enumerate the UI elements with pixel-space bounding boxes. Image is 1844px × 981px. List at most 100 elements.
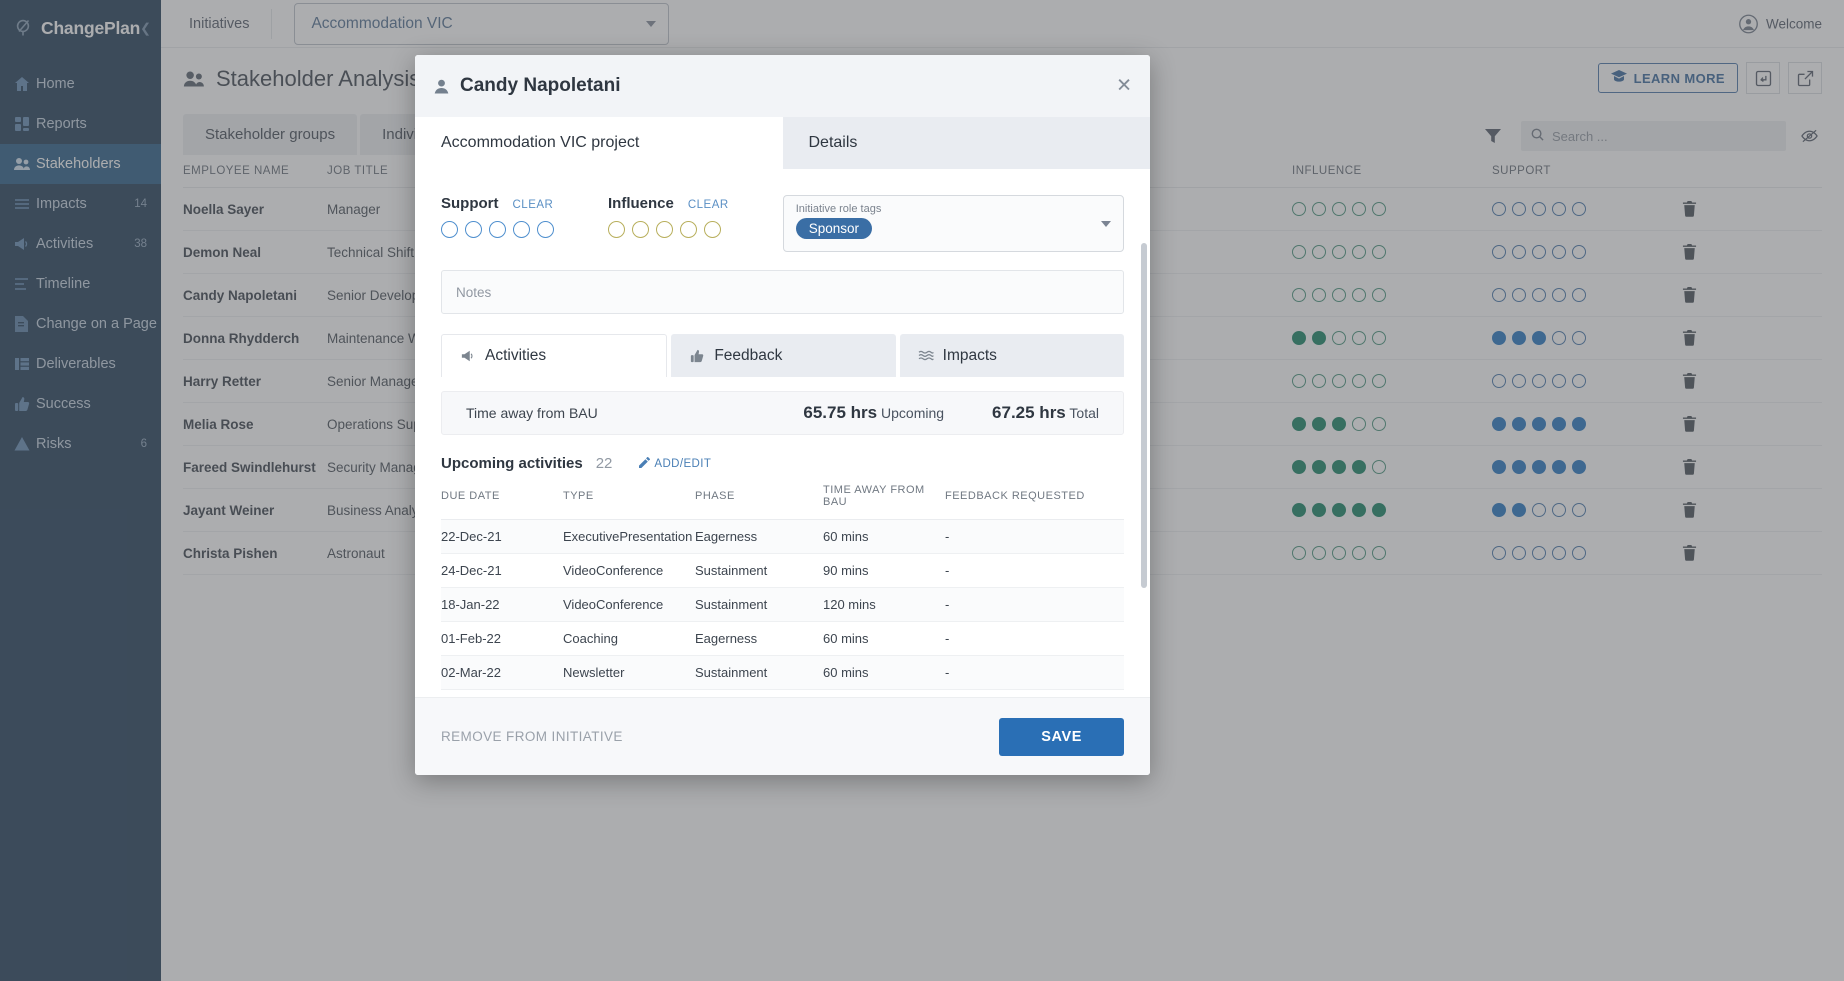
cell-due-date: 18-Jan-22 [441, 588, 563, 622]
cell-due-date: 24-Dec-21 [441, 554, 563, 588]
cell-time-away: 60 mins [823, 622, 945, 656]
cell-due-date: 03-Mar-22 [441, 690, 563, 698]
column-header-phase: PHASE [695, 484, 823, 520]
role-tag-chip[interactable]: Sponsor [796, 218, 872, 239]
cell-time-away: 120 mins [823, 588, 945, 622]
notes-input[interactable]: Notes [441, 270, 1124, 314]
waves-icon [918, 349, 934, 362]
activity-row[interactable]: 22-Dec-21ExecutivePresentationEagerness6… [441, 520, 1124, 554]
influence-rating-head: Influence CLEAR [608, 195, 729, 212]
support-dot[interactable] [489, 221, 506, 238]
upcoming-activities-header: Upcoming activities 22 ADD/EDIT [441, 455, 1124, 472]
activity-row[interactable]: 02-Mar-22NewsletterSustainment60 mins- [441, 656, 1124, 690]
megaphone-icon [460, 349, 476, 363]
activity-row[interactable]: 03-Mar-22PresentationSustainment90 mins- [441, 690, 1124, 698]
tab-details[interactable]: Details [783, 117, 1151, 169]
cell-type: VideoConference [563, 554, 695, 588]
tab-accommodation-vic-project[interactable]: Accommodation VIC project [415, 117, 783, 169]
activity-row[interactable]: 24-Dec-21VideoConferenceSustainment90 mi… [441, 554, 1124, 588]
influence-label: Influence [608, 195, 674, 212]
modal-header: Candy Napoletani ✕ [415, 55, 1150, 117]
support-dot[interactable] [537, 221, 554, 238]
cell-phase: Eagerness [695, 622, 823, 656]
support-clear-button[interactable]: CLEAR [513, 199, 554, 211]
pencil-icon [639, 457, 650, 471]
remove-from-initiative-button[interactable]: REMOVE FROM INITIATIVE [441, 729, 623, 744]
modal-title: Candy Napoletani [460, 75, 620, 97]
app-root: ChangePlan ❮ Home Reports [0, 0, 1844, 981]
upcoming-activities-title: Upcoming activities [441, 455, 583, 472]
stakeholder-detail-modal: Candy Napoletani ✕ Accommodation VIC pro… [415, 55, 1150, 775]
modal-scrollbar[interactable] [1141, 243, 1147, 588]
bau-total-label: Total [1069, 405, 1099, 421]
cell-phase: Sustainment [695, 656, 823, 690]
support-label: Support [441, 195, 499, 212]
cell-time-away: 60 mins [823, 656, 945, 690]
support-dot[interactable] [465, 221, 482, 238]
cell-time-away: 90 mins [823, 554, 945, 588]
influence-clear-button[interactable]: CLEAR [688, 199, 729, 211]
activities-header-row: DUE DATE TYPE PHASE TIME AWAY FROM BAU F… [441, 484, 1124, 520]
cell-feedback-requested: - [945, 554, 1124, 588]
cell-type: Coaching [563, 622, 695, 656]
cell-time-away: 60 mins [823, 520, 945, 554]
cell-due-date: 02-Mar-22 [441, 656, 563, 690]
cell-time-away: 90 mins [823, 690, 945, 698]
support-dot[interactable] [441, 221, 458, 238]
chevron-down-icon[interactable] [1101, 221, 1111, 227]
add-edit-button[interactable]: ADD/EDIT [639, 457, 711, 471]
influence-rating: Influence CLEAR [608, 195, 729, 238]
modal-footer: REMOVE FROM INITIATIVE SAVE [415, 697, 1150, 775]
bau-upcoming: 65.75 hrs Upcoming [803, 403, 944, 423]
bau-total: 67.25 hrs Total [992, 403, 1099, 423]
activity-row[interactable]: 01-Feb-22CoachingEagerness60 mins- [441, 622, 1124, 656]
initiative-role-tags-field[interactable]: Initiative role tags Sponsor [783, 195, 1124, 252]
support-dot[interactable] [513, 221, 530, 238]
activities-table-body: 22-Dec-21ExecutivePresentationEagerness6… [441, 520, 1124, 698]
thumb-up-icon [689, 349, 705, 363]
column-header-feedback-requested: FEEDBACK REQUESTED [945, 484, 1124, 520]
influence-dot[interactable] [632, 221, 649, 238]
cell-phase: Sustainment [695, 588, 823, 622]
person-icon [433, 78, 450, 95]
activity-row[interactable]: 18-Jan-22VideoConferenceSustainment120 m… [441, 588, 1124, 622]
close-icon[interactable]: ✕ [1116, 77, 1132, 96]
add-edit-label: ADD/EDIT [654, 458, 711, 470]
cell-feedback-requested: - [945, 520, 1124, 554]
time-away-from-bau-summary: Time away from BAU 65.75 hrs Upcoming 67… [441, 391, 1124, 435]
influence-dot[interactable] [680, 221, 697, 238]
column-header-due-date: DUE DATE [441, 484, 563, 520]
modal-body: Support CLEAR Influence CLEAR Initiative… [415, 169, 1150, 697]
bau-total-value: 67.25 hrs [992, 403, 1066, 422]
upcoming-activities-table: DUE DATE TYPE PHASE TIME AWAY FROM BAU F… [441, 484, 1124, 697]
cell-type: Presentation [563, 690, 695, 698]
support-rating-dots[interactable] [441, 221, 554, 238]
cell-phase: Eagerness [695, 520, 823, 554]
influence-rating-dots[interactable] [608, 221, 729, 238]
cell-feedback-requested: - [945, 622, 1124, 656]
bau-label: Time away from BAU [466, 405, 598, 421]
sub-tab-impacts[interactable]: Impacts [900, 334, 1124, 377]
sub-tab-activities[interactable]: Activities [441, 334, 667, 377]
notes-placeholder: Notes [456, 285, 491, 300]
influence-dot[interactable] [608, 221, 625, 238]
support-rating-head: Support CLEAR [441, 195, 554, 212]
influence-dot[interactable] [704, 221, 721, 238]
cell-due-date: 01-Feb-22 [441, 622, 563, 656]
column-header-type: TYPE [563, 484, 695, 520]
sub-tab-label: Activities [485, 347, 546, 365]
cell-feedback-requested: - [945, 588, 1124, 622]
bau-upcoming-value: 65.75 hrs [803, 403, 877, 422]
cell-type: VideoConference [563, 588, 695, 622]
column-header-time-away: TIME AWAY FROM BAU [823, 484, 945, 520]
cell-type: ExecutivePresentation [563, 520, 695, 554]
sub-tab-feedback[interactable]: Feedback [671, 334, 895, 377]
cell-feedback-requested: - [945, 656, 1124, 690]
support-rating: Support CLEAR [441, 195, 554, 238]
cell-phase: Sustainment [695, 690, 823, 698]
save-button[interactable]: SAVE [999, 718, 1124, 756]
influence-dot[interactable] [656, 221, 673, 238]
cell-feedback-requested: - [945, 690, 1124, 698]
initiative-role-tags-label: Initiative role tags [796, 203, 1111, 215]
upcoming-activities-count: 22 [596, 455, 613, 472]
